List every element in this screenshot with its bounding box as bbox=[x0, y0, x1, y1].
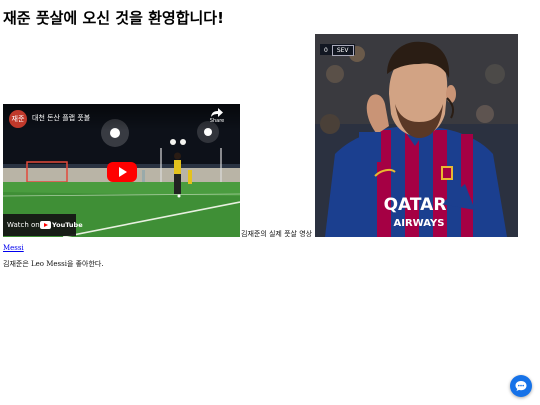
page-title: 재준 풋살에 오신 것을 환영합니다! bbox=[3, 9, 224, 27]
about-text: 김재준은 Leo Messi을 좋아한다. bbox=[3, 260, 104, 268]
watch-on-youtube-button[interactable]: Watch on YouTube bbox=[3, 214, 83, 236]
media-row: 재준 대천 돈산 플랩 풋볼 Share Watch on YouTube 김재… bbox=[3, 34, 533, 238]
youtube-logo-text: YouTube bbox=[52, 221, 83, 229]
video-title[interactable]: 대천 돈산 플랩 풋볼 bbox=[32, 113, 90, 123]
youtube-play-icon[interactable] bbox=[107, 162, 137, 182]
video-caption: 김재준의 실제 풋살 영상 bbox=[241, 230, 313, 238]
score-team: SEV bbox=[331, 45, 354, 56]
score-badge: 0 SEV bbox=[320, 44, 355, 56]
share-button[interactable]: Share bbox=[204, 108, 230, 124]
chat-button[interactable] bbox=[510, 375, 532, 397]
chat-bubble-icon bbox=[515, 381, 527, 391]
youtube-embed[interactable]: 재준 대천 돈산 플랩 풋볼 Share Watch on YouTube bbox=[3, 104, 240, 237]
player-illustration: QATAR AIRWAYS bbox=[315, 34, 518, 237]
share-arrow-icon bbox=[211, 108, 223, 117]
player-photo: QATAR AIRWAYS 0 SEV bbox=[315, 34, 518, 237]
youtube-logo-icon bbox=[40, 221, 51, 229]
messi-link[interactable]: Messi bbox=[3, 244, 24, 252]
shirt-sponsor-line2: AIRWAYS bbox=[394, 218, 445, 229]
share-label: Share bbox=[209, 118, 225, 124]
shirt-sponsor-line1: QATAR bbox=[384, 195, 447, 215]
watch-on-label: Watch on bbox=[7, 221, 40, 229]
channel-avatar[interactable]: 재준 bbox=[9, 110, 27, 128]
score-value: 0 bbox=[324, 47, 328, 54]
